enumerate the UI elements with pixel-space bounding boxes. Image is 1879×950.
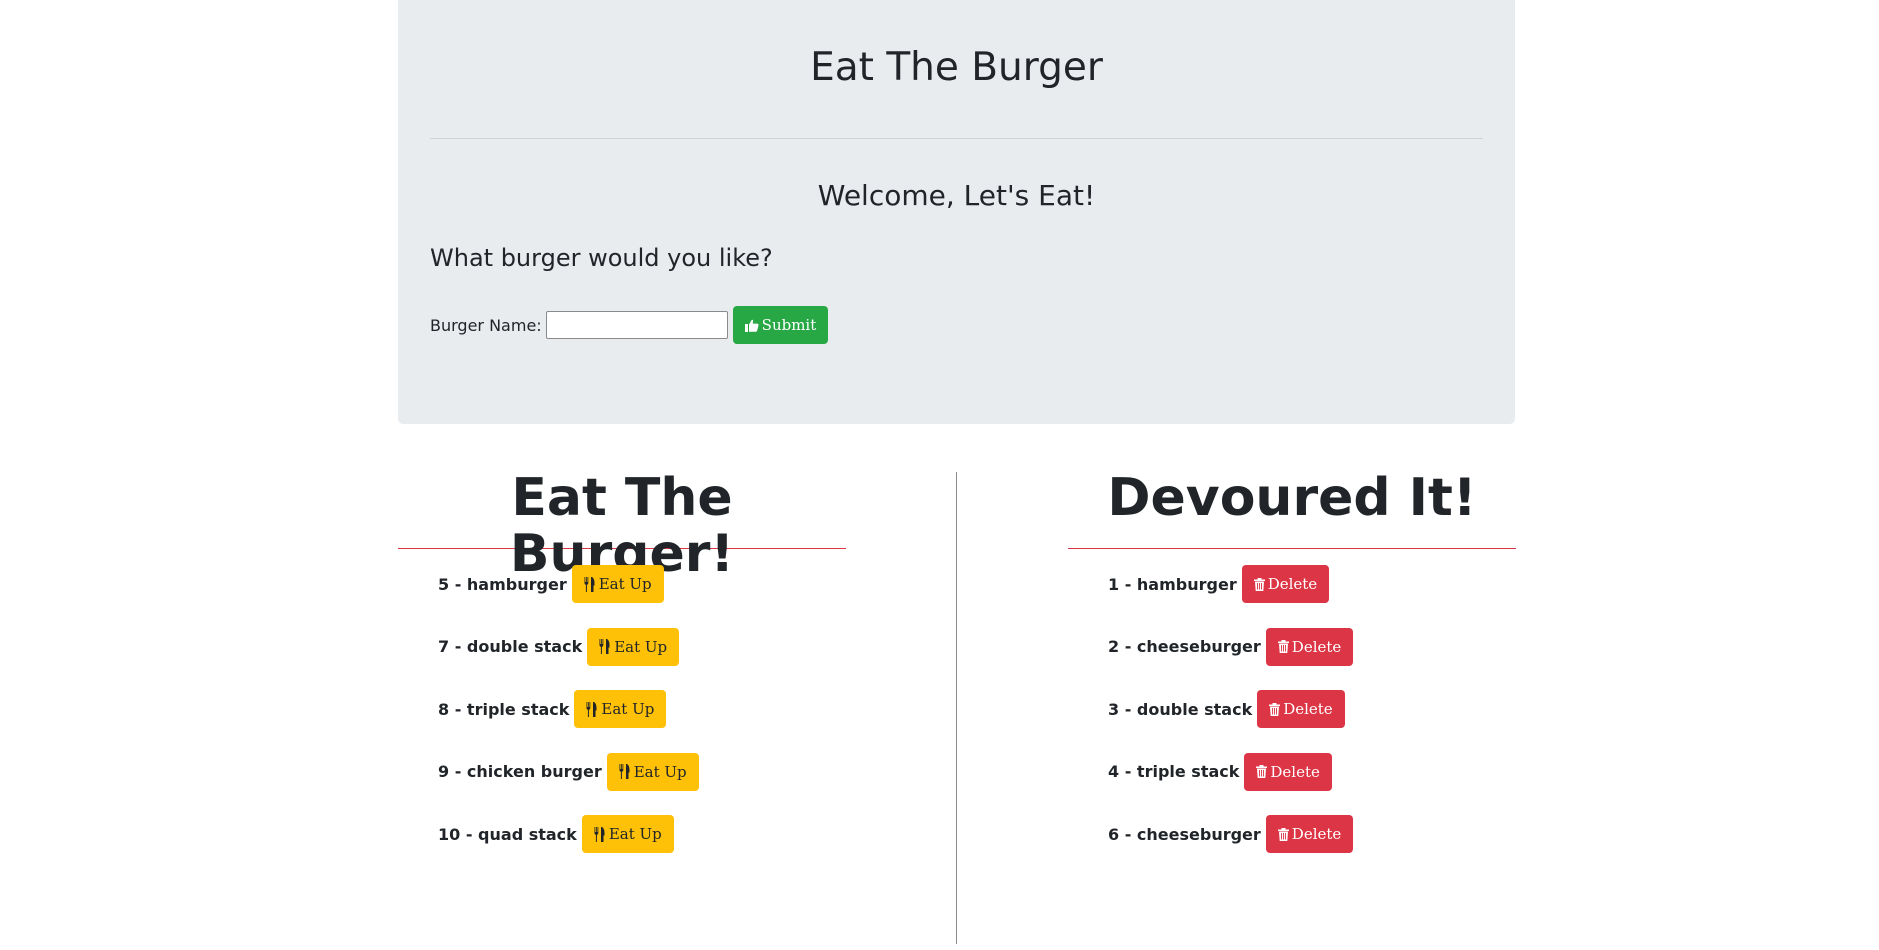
burger-list-item: 1 - hamburger Delete xyxy=(1108,565,1516,603)
burger-name: 6 - cheeseburger xyxy=(1108,824,1261,844)
delete-button-label: Delete xyxy=(1291,825,1342,843)
burger-list-item: 4 - triple stack Delete xyxy=(1108,752,1516,791)
delete-button[interactable]: Delete xyxy=(1265,627,1354,666)
burger-name-label: Burger Name: xyxy=(430,315,542,335)
burger-name: 3 - double stack xyxy=(1108,699,1253,719)
column-separator xyxy=(956,472,957,944)
burger-name: 1 - hamburger xyxy=(1108,574,1237,594)
delete-button-label: Delete xyxy=(1283,700,1333,718)
burger-list-item: 2 - cheeseburger Delete xyxy=(1108,627,1516,666)
delete-button[interactable]: Delete xyxy=(1241,565,1330,603)
eat-up-button-label: Eat Up xyxy=(614,637,668,656)
burger-list-item: 10 - quad stack Eat Up xyxy=(438,815,846,853)
header-divider xyxy=(430,138,1483,139)
utensils-icon xyxy=(619,764,631,779)
burger-list-item: 9 - chicken burger Eat Up xyxy=(438,752,846,791)
utensils-icon xyxy=(584,576,596,592)
header-jumbotron: Eat The Burger Welcome, Let's Eat! What … xyxy=(398,0,1515,424)
welcome-heading: Welcome, Let's Eat! xyxy=(817,179,1096,212)
submit-button[interactable]: Submit xyxy=(732,306,829,344)
eat-up-button-label: Eat Up xyxy=(598,575,652,593)
devoured-list: 1 - hamburger Delete 2 - cheeseburger Delet… xyxy=(1068,549,1516,853)
uneaten-list: 5 - hamburger Eat Up 7 - double stack Eat U… xyxy=(398,549,846,853)
eat-up-button[interactable]: Eat Up xyxy=(581,815,674,853)
utensils-icon xyxy=(599,639,611,654)
burger-name: 8 - triple stack xyxy=(438,699,570,719)
add-burger-form: Burger Name: Submit xyxy=(430,306,829,344)
burger-list-item: 5 - hamburger Eat Up xyxy=(438,565,846,603)
eat-up-button-label: Eat Up xyxy=(601,700,655,718)
eat-up-button[interactable]: Eat Up xyxy=(587,627,680,666)
delete-button-label: Delete xyxy=(1267,575,1318,593)
trash-icon xyxy=(1256,765,1268,778)
trash-icon xyxy=(1277,640,1289,653)
thumbs-up-icon xyxy=(744,319,759,332)
trash-icon xyxy=(1277,827,1289,841)
uneaten-title: Eat The Burger! xyxy=(509,468,735,584)
uneaten-column: Eat The Burger! 5 - hamburger Eat Up 7 - d… xyxy=(398,470,846,878)
delete-button-label: Delete xyxy=(1291,637,1342,656)
utensils-icon xyxy=(594,826,606,842)
eat-up-button[interactable]: Eat Up xyxy=(571,565,664,603)
eat-up-button-label: Eat Up xyxy=(633,762,687,781)
burger-list-item: 8 - triple stack Eat Up xyxy=(438,690,846,728)
burger-name-input[interactable] xyxy=(545,311,728,339)
burger-name: 7 - double stack xyxy=(438,637,583,656)
burger-list-item: 3 - double stack Delete xyxy=(1108,690,1516,728)
delete-button[interactable]: Delete xyxy=(1244,752,1332,791)
burger-name: 5 - hamburger xyxy=(438,574,567,594)
devoured-column: Devoured It! 1 - hamburger Delete 2 - chee… xyxy=(1068,470,1516,878)
burger-columns: Eat The Burger! 5 - hamburger Eat Up 7 - d… xyxy=(398,470,1516,950)
trash-icon xyxy=(1253,577,1265,591)
delete-button-label: Delete xyxy=(1270,762,1320,781)
eat-up-button[interactable]: Eat Up xyxy=(574,690,667,728)
burger-list-item: 6 - cheeseburger Delete xyxy=(1108,815,1516,853)
burger-name: 2 - cheeseburger xyxy=(1108,637,1261,656)
burger-name: 4 - triple stack xyxy=(1108,762,1240,781)
burger-name: 10 - quad stack xyxy=(438,824,577,844)
burger-prompt: What burger would you like? xyxy=(430,244,773,272)
burger-list-item: 7 - double stack Eat Up xyxy=(438,627,846,666)
delete-button[interactable]: Delete xyxy=(1257,690,1345,728)
burger-name: 9 - chicken burger xyxy=(438,762,602,781)
delete-button[interactable]: Delete xyxy=(1265,815,1354,853)
utensils-icon xyxy=(586,701,598,717)
eat-up-button[interactable]: Eat Up xyxy=(606,752,699,791)
submit-button-label: Submit xyxy=(761,316,817,334)
trash-icon xyxy=(1269,702,1281,716)
site-title: Eat The Burger xyxy=(810,45,1103,90)
devoured-title: Devoured It! xyxy=(1107,468,1477,528)
page-container: Eat The Burger Welcome, Let's Eat! What … xyxy=(398,0,1516,944)
eat-up-button-label: Eat Up xyxy=(608,825,662,843)
